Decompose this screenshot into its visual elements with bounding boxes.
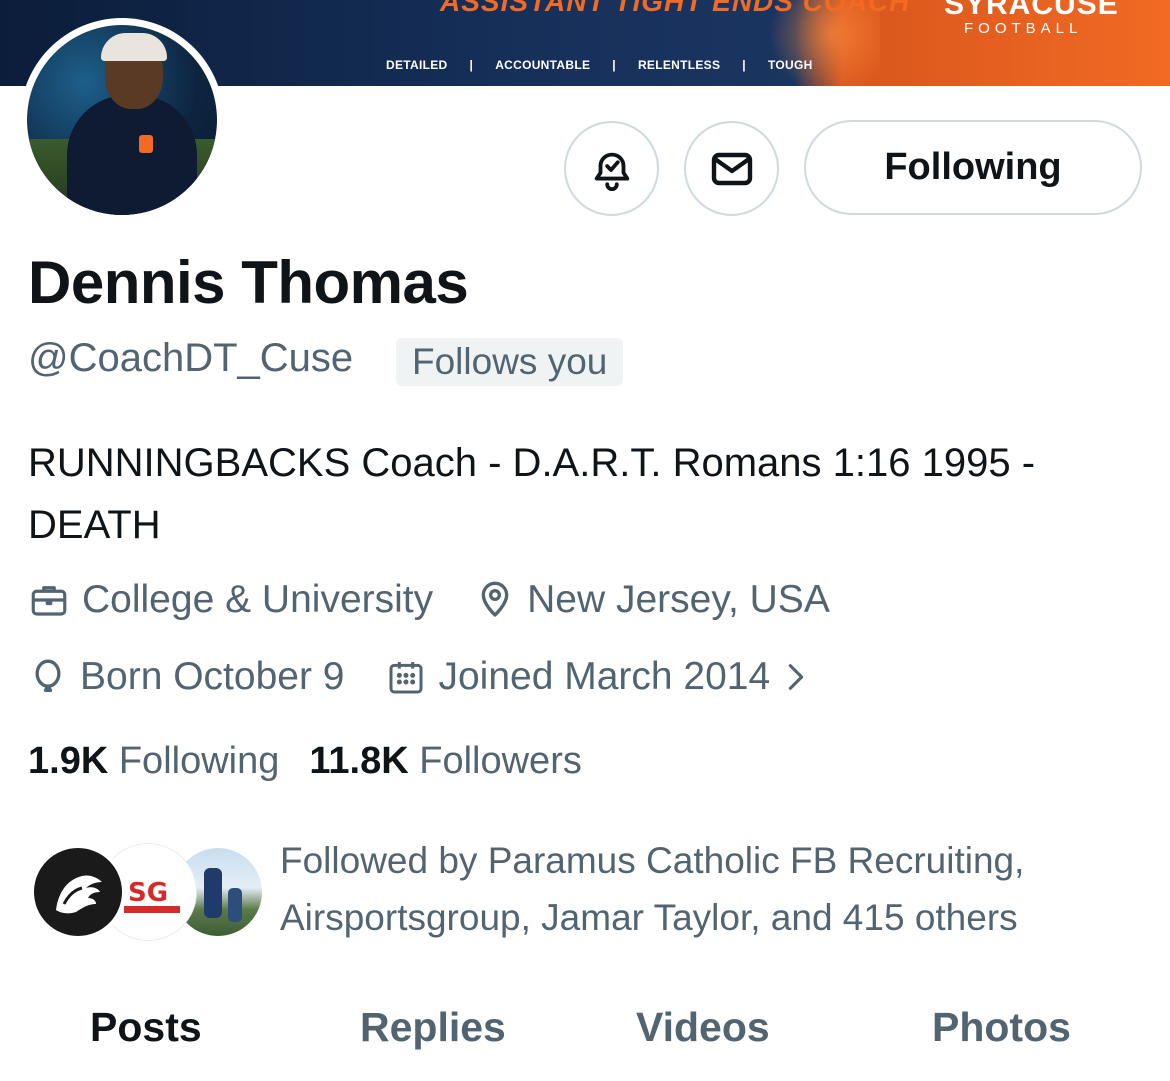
joined-item[interactable]: Joined March 2014 (386, 655, 822, 699)
balloon-icon (35, 659, 61, 692)
banner-value: ACCOUNTABLE (495, 58, 591, 72)
chevron-right-icon (788, 664, 804, 690)
banner-separator: | (612, 58, 616, 72)
following-button[interactable]: Following (804, 120, 1142, 215)
profile-avatar[interactable] (20, 18, 224, 222)
joined-label: Joined March 2014 (438, 655, 771, 698)
profile-tabs: Posts Replies Videos Photos (0, 990, 1170, 1081)
profile-bio: RUNNINGBACKS Coach - D.A.R.T. Romans 1:1… (28, 441, 1036, 547)
location-item: New Jersey, USA (475, 578, 830, 622)
notifications-button[interactable] (564, 121, 659, 216)
banner-value: RELENTLESS (637, 58, 721, 72)
banner-separator: | (742, 58, 746, 72)
tab-posts[interactable]: Posts (90, 1004, 202, 1051)
profile-handle: @CoachDT_Cuse (28, 336, 354, 380)
profile-meta-row: Born October 9 Joined March 2014 (28, 655, 864, 699)
briefcase-icon (31, 586, 67, 616)
bell-check-icon (594, 152, 629, 191)
tab-replies[interactable]: Replies (360, 1004, 506, 1051)
following-count-label: Following (118, 740, 280, 782)
profile-stats: 1.9K Following 11.8K Followers (28, 740, 612, 783)
tab-photos[interactable]: Photos (932, 1004, 1071, 1051)
following-count-link[interactable]: 1.9K Following (28, 740, 279, 783)
birthday-item: Born October 9 (28, 655, 344, 699)
profile-meta-row: College & University New Jersey, USA (28, 578, 872, 622)
profile-name: Dennis Thomas (28, 249, 469, 316)
birthday-label: Born October 9 (80, 655, 345, 698)
following-count: 1.9K (28, 740, 109, 782)
followers-count: 11.8K (309, 740, 409, 782)
location-pin-icon (481, 581, 509, 617)
followed-by-text: Followed by Paramus Catholic FB Recruiti… (280, 840, 1025, 938)
envelope-icon (711, 152, 752, 185)
location-label: New Jersey, USA (527, 578, 830, 621)
banner-value: DETAILED (386, 58, 448, 72)
follows-you-badge: Follows you (396, 338, 624, 386)
message-button[interactable] (684, 121, 779, 216)
category-label: College & University (82, 578, 434, 621)
avatar-photo (27, 25, 217, 215)
banner-title: ASSISTANT TIGHT ENDS COACH (440, 0, 911, 17)
category-item: College & University (28, 578, 433, 622)
banner-brand-subtitle: FOOTBALL (964, 20, 1083, 37)
tab-videos[interactable]: Videos (636, 1004, 770, 1051)
banner-brand-logo: SYRACUSE (944, 0, 1119, 21)
followers-count-label: Followers (419, 740, 582, 782)
calendar-icon (389, 662, 423, 694)
follower-avatar (30, 844, 126, 940)
banner-values: DETAILED | ACCOUNTABLE | RELENTLESS | TO… (386, 58, 813, 72)
followers-count-link[interactable]: 11.8K Followers (309, 740, 581, 783)
spartan-helmet-icon (56, 875, 102, 914)
follower-avatar-logo: SG (128, 878, 169, 908)
banner-separator: | (469, 58, 474, 72)
banner-value: TOUGH (767, 58, 813, 72)
